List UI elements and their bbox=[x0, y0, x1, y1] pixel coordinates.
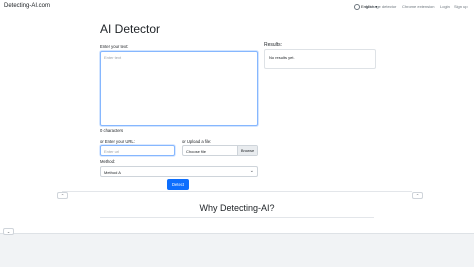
nav-ai-image-detector[interactable]: AI image detector bbox=[365, 4, 396, 9]
url-input[interactable]: Enter url bbox=[100, 145, 175, 156]
chevron-up-icon[interactable]: ⌃ bbox=[57, 192, 68, 199]
results-label: Results: bbox=[264, 42, 283, 48]
browse-button[interactable]: Browse bbox=[237, 146, 257, 155]
section-divider bbox=[62, 191, 412, 192]
chevron-up-icon[interactable]: ⌃ bbox=[412, 192, 423, 199]
character-count: 0 characters bbox=[100, 128, 124, 133]
method-select[interactable]: Method A ⌄ bbox=[100, 166, 258, 177]
text-input[interactable]: Enter text bbox=[100, 51, 258, 126]
bottom-panel bbox=[0, 233, 474, 267]
method-label: Method: bbox=[100, 159, 116, 164]
section-title-divider bbox=[100, 217, 374, 218]
file-label: or Upload a file: bbox=[182, 139, 212, 144]
nav-sign-up[interactable]: Sign up bbox=[454, 4, 468, 9]
text-label: Enter your text: bbox=[100, 44, 129, 49]
brand-logo[interactable]: Detecting-AI.com bbox=[4, 3, 50, 9]
globe-icon bbox=[354, 4, 360, 10]
results-empty-text: No results yet. bbox=[269, 55, 295, 60]
url-placeholder: Enter url bbox=[104, 148, 120, 154]
detect-button[interactable]: Detect bbox=[167, 179, 189, 190]
method-value: Method A bbox=[104, 169, 121, 175]
choose-file-text: Choose file bbox=[186, 148, 207, 154]
text-placeholder: Enter text bbox=[104, 55, 122, 60]
file-input[interactable]: Choose file Browse bbox=[182, 145, 258, 156]
nav-chrome-extension[interactable]: Chrome extension bbox=[402, 4, 434, 9]
nav-login[interactable]: Login bbox=[440, 4, 450, 9]
chevron-down-icon: ⌄ bbox=[249, 168, 254, 174]
section-title: Why Detecting-AI? bbox=[199, 203, 275, 213]
chevron-down-icon[interactable]: ⌄ bbox=[3, 228, 14, 235]
results-box: No results yet. bbox=[264, 49, 376, 69]
page-title: AI Detector bbox=[100, 22, 161, 36]
url-label: or Enter your URL: bbox=[100, 139, 135, 144]
